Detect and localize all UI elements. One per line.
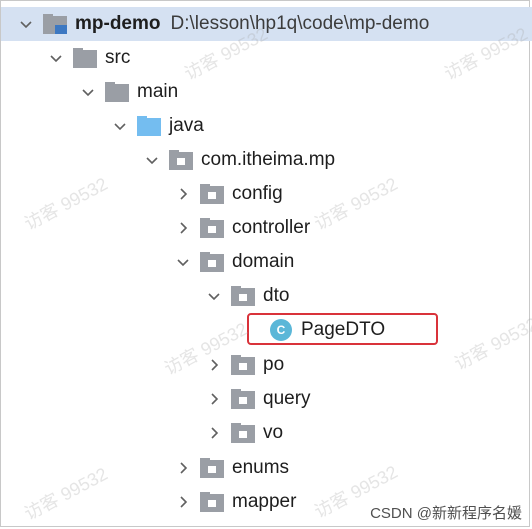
folder-icon: [105, 82, 129, 102]
chevron-right-icon[interactable]: [176, 461, 190, 475]
tree-item-java[interactable]: java: [1, 109, 532, 143]
package-icon: [231, 389, 255, 409]
tree-item-label: vo: [263, 422, 284, 443]
tree-item-src[interactable]: src: [1, 41, 532, 75]
tree-item-label: po: [263, 354, 285, 375]
chevron-down-icon[interactable]: [207, 289, 221, 303]
tree-item-label: enums: [232, 457, 290, 478]
package-icon: [200, 218, 224, 238]
tree-item-label: domain: [232, 251, 295, 272]
package-icon: [231, 286, 255, 306]
package-icon: [231, 355, 255, 375]
chevron-right-icon[interactable]: [207, 358, 221, 372]
chevron-right-icon[interactable]: [207, 426, 221, 440]
tree-item-po[interactable]: po: [1, 348, 532, 382]
package-icon: [231, 423, 255, 443]
module-path: D:\lesson\hp1q\code\mp-demo: [170, 13, 430, 34]
source-folder-icon: [137, 116, 161, 136]
tree-item-package[interactable]: com.itheima.mp: [1, 143, 532, 177]
tree-item-main[interactable]: main: [1, 75, 532, 109]
chevron-down-icon[interactable]: [19, 17, 33, 31]
module-name: mp-demo: [75, 13, 161, 34]
tree-item-config[interactable]: config: [1, 177, 532, 211]
chevron-right-icon[interactable]: [176, 495, 190, 509]
tree-item-domain[interactable]: domain: [1, 245, 532, 279]
chevron-right-icon[interactable]: [176, 221, 190, 235]
chevron-down-icon[interactable]: [176, 255, 190, 269]
tree-item-label: src: [105, 47, 131, 68]
csdn-credit: CSDN @新新程序名媛: [370, 505, 522, 522]
tree-item-label: controller: [232, 217, 311, 238]
folder-icon: [73, 48, 97, 68]
chevron-down-icon[interactable]: [113, 119, 127, 133]
tree-item-label: java: [169, 115, 204, 136]
package-icon: [200, 184, 224, 204]
tree-item-label: com.itheima.mp: [201, 149, 336, 170]
tree-item-label: dto: [263, 285, 290, 306]
chevron-right-icon[interactable]: [176, 187, 190, 201]
module-folder-icon: [43, 14, 67, 34]
tree-item-enums[interactable]: enums: [1, 451, 532, 485]
chevron-down-icon[interactable]: [49, 51, 63, 65]
package-icon: [200, 252, 224, 272]
tree-item-label: mapper: [232, 491, 297, 512]
tree-item-mp-demo[interactable]: mp-demo D:\lesson\hp1q\code\mp-demo: [1, 7, 532, 41]
chevron-right-icon[interactable]: [207, 392, 221, 406]
package-icon: [200, 458, 224, 478]
tree-item-controller[interactable]: controller: [1, 211, 532, 245]
tree-item-label: query: [263, 388, 311, 409]
chevron-down-icon[interactable]: [81, 85, 95, 99]
chevron-down-icon[interactable]: [145, 153, 159, 167]
package-icon: [169, 150, 193, 170]
package-icon: [200, 492, 224, 512]
project-tree-panel: mp-demo D:\lesson\hp1q\code\mp-demo src …: [0, 0, 532, 527]
tree-item-query[interactable]: query: [1, 382, 532, 416]
tree-item-dto[interactable]: dto: [1, 279, 532, 313]
selection-highlight-box: [247, 313, 438, 345]
tree-item-label: main: [137, 81, 179, 102]
tree-item-label: config: [232, 183, 283, 204]
tree-item-vo[interactable]: vo: [1, 416, 532, 450]
